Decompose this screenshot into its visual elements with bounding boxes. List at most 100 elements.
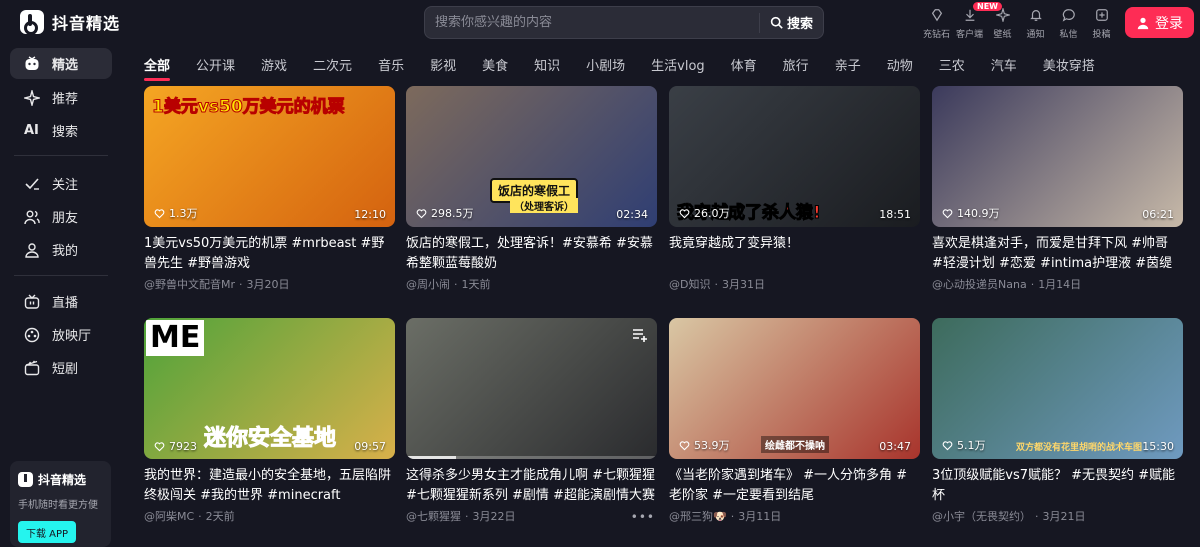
video-meta: @周小闹 · 1天前 (406, 276, 657, 292)
video-thumbnail[interactable]: 迷你安全基地 ME 7923 09:57 (144, 318, 395, 459)
author-name[interactable]: @邢三狗🐶 (669, 508, 727, 524)
like-count-value: 7923 (169, 440, 197, 453)
sidebar-item-theater[interactable]: 放映厅 (10, 319, 112, 350)
thumbnail-subcaption: （处理客诉） (510, 198, 578, 213)
video-thumbnail[interactable]: 140.9万 06:21 (932, 86, 1183, 227)
tab-category[interactable]: 动物 (887, 52, 913, 78)
video-card[interactable]: 我穿越成了杀人猿! 26.0万 18:51 我竟穿越成了变异猿！ @D知识 · 3月31日 (669, 86, 920, 292)
client-download-button[interactable]: NEW 客户端 (953, 2, 1002, 40)
author-name[interactable]: @野兽中文配音Mr (144, 276, 235, 292)
sidebar-item-friends[interactable]: 朋友 (10, 201, 112, 232)
video-title[interactable]: 《当老阶家遇到堵车》 #一人分饰多角 #老阶家 #一定要看到结尾 (669, 466, 920, 506)
film-reel-icon (24, 327, 40, 342)
sidebar-item-label: 推荐 (52, 92, 79, 107)
video-thumbnail[interactable] (406, 318, 657, 459)
video-thumbnail[interactable]: 我穿越成了杀人猿! 26.0万 18:51 (669, 86, 920, 227)
tab-category[interactable]: 知识 (534, 52, 560, 78)
sidebar-item-recommend[interactable]: 推荐 (10, 82, 112, 113)
sidebar-item-featured[interactable]: 精选 (10, 48, 112, 79)
thumbnail-caption: 双方都没有花里胡哨的战术车图 (1016, 443, 1143, 453)
video-duration: 18:51 (879, 208, 911, 221)
video-card[interactable]: 双方都没有花里胡哨的战术车图 5.1万 15:30 3位顶级赋能vs7赋能？ #无畏契… (932, 318, 1183, 524)
wallpaper-button[interactable]: 壁纸 (986, 6, 1019, 40)
tab-category[interactable]: 二次元 (313, 52, 352, 78)
download-app-button[interactable]: 下载 APP (18, 521, 76, 543)
author-name[interactable]: @小宇（无畏契约） (932, 508, 1031, 524)
video-thumbnail[interactable]: 双方都没有花里胡哨的战术车图 5.1万 15:30 (932, 318, 1183, 459)
tool-label: 私信 (1059, 30, 1078, 40)
video-title[interactable]: 3位顶级赋能vs7赋能？ #无畏契约 #赋能杯 (932, 466, 1183, 506)
video-thumbnail[interactable]: 饭店的寒假工 （处理客诉） 298.5万 02:34 (406, 86, 657, 227)
publish-date: 1月14日 (1038, 278, 1082, 291)
video-thumbnail[interactable]: 1美元vs50万美元的机票 1.3万 12:10 (144, 86, 395, 227)
video-card[interactable]: 1美元vs50万美元的机票 1.3万 12:10 1美元vs50万美元的机票 #mrb… (144, 86, 395, 292)
ai-icon: AI (24, 123, 39, 138)
notification-button[interactable]: 通知 (1019, 6, 1052, 40)
plus-square-icon (1095, 9, 1108, 21)
video-card[interactable]: 这得杀多少男女主才能成角儿啊 #七颗猩猩 #七颗猩猩新系列 #剧情 #超能演剧情… (406, 318, 657, 524)
tab-category[interactable]: 美妆穿搭 (1043, 52, 1095, 78)
sidebar-item-search[interactable]: AI 搜索 (10, 115, 112, 146)
heart-icon (679, 208, 690, 218)
video-title[interactable]: 我竟穿越成了变异猿！ (669, 234, 920, 274)
follow-icon (25, 177, 39, 190)
search-button[interactable]: 搜索 (758, 12, 823, 33)
video-card[interactable]: 迷你安全基地 ME 7923 09:57 我的世界：建造最小的安全基地，五层陷阱终极闯关… (144, 318, 395, 524)
video-card[interactable]: 140.9万 06:21 喜欢是棋逢对手，而爱是甘拜下风 #帅哥 #轻漫计划 #恋爱… (932, 86, 1183, 292)
video-title[interactable]: 饭店的寒假工，处理客诉！#安慕希 #安慕希整颗蓝莓酸奶 (406, 234, 657, 274)
like-count-value: 5.1万 (957, 439, 986, 452)
like-count-value: 1.3万 (169, 207, 198, 220)
tab-category[interactable]: 音乐 (378, 52, 404, 78)
message-button[interactable]: 私信 (1052, 6, 1085, 40)
author-name[interactable]: @周小闹 (406, 276, 450, 292)
like-count: 1.3万 (154, 205, 198, 221)
tab-category[interactable]: 三农 (939, 52, 965, 78)
tab-category[interactable]: 旅行 (783, 52, 809, 78)
video-meta: @阿柴MC · 2天前 (144, 508, 395, 524)
author-name[interactable]: @D知识 (669, 276, 710, 292)
recharge-button[interactable]: 充钻石 (920, 6, 953, 40)
home-icon (25, 55, 39, 70)
sidebar-item-mine[interactable]: 我的 (10, 234, 112, 265)
tab-category[interactable]: 小剧场 (586, 52, 625, 78)
sidebar: 精选 推荐 AI 搜索 关注 朋友 我的 直播 放映厅 短剧 抖音精选 手机随时… (0, 46, 124, 547)
more-options-icon[interactable]: ••• (631, 510, 655, 524)
playback-progress-bar[interactable] (406, 456, 657, 459)
tab-category[interactable]: 影视 (430, 52, 456, 78)
tool-label: 客户端 (955, 30, 983, 40)
author-name[interactable]: @七颗猩猩 (406, 508, 461, 524)
author-name[interactable]: @心动投递员Nana (932, 276, 1027, 292)
video-card[interactable]: 饭店的寒假工 （处理客诉） 298.5万 02:34 饭店的寒假工，处理客诉！#安慕希 … (406, 86, 657, 292)
tab-category[interactable]: 生活vlog (651, 52, 705, 78)
app-logo[interactable]: 抖音精选 (20, 10, 120, 34)
login-button[interactable]: 登录 (1125, 7, 1194, 38)
tab-category[interactable]: 游戏 (261, 52, 287, 78)
video-title[interactable]: 我的世界：建造最小的安全基地，五层陷阱终极闯关 #我的世界 #minecraft (144, 466, 395, 506)
video-title[interactable]: 这得杀多少男女主才能成角儿啊 #七颗猩猩 #七颗猩猩新系列 #剧情 #超能演剧情… (406, 466, 657, 506)
tab-category[interactable]: 汽车 (991, 52, 1017, 78)
add-to-queue-icon[interactable] (631, 326, 649, 344)
logo-text: 抖音精选 (52, 14, 121, 33)
thumbnail-caption: 迷你安全基地 (203, 426, 337, 452)
video-title[interactable]: 喜欢是棋逢对手，而爱是甘拜下风 #帅哥 #轻漫计划 #恋爱 #intima护理液… (932, 234, 1183, 274)
sparkle-icon (24, 89, 40, 106)
sidebar-item-live[interactable]: 直播 (10, 286, 112, 317)
tab-category[interactable]: 全部 (144, 52, 171, 81)
author-name[interactable]: @阿柴MC (144, 508, 194, 524)
tab-category[interactable]: 亲子 (835, 52, 861, 78)
sidebar-item-short-drama[interactable]: 短剧 (10, 352, 112, 383)
tab-category[interactable]: 美食 (482, 52, 508, 78)
like-count: 26.0万 (679, 205, 730, 221)
tab-category[interactable]: 公开课 (196, 52, 235, 78)
tab-category[interactable]: 体育 (731, 52, 757, 78)
video-duration: 03:47 (879, 440, 911, 453)
douyin-logo-icon (18, 472, 33, 487)
video-card[interactable]: 绘雌都不操呐 53.9万 03:47 《当老阶家遇到堵车》 #一人分饰多角 #老阶家 … (669, 318, 920, 524)
meta-separator: · (730, 509, 735, 523)
video-thumbnail[interactable]: 绘雌都不操呐 53.9万 03:47 (669, 318, 920, 459)
clapper-icon (24, 360, 40, 375)
upload-button[interactable]: 投稿 (1085, 6, 1118, 40)
video-title[interactable]: 1美元vs50万美元的机票 #mrbeast #野兽先生 #野兽游戏 (144, 234, 395, 274)
sidebar-item-following[interactable]: 关注 (10, 168, 112, 199)
search-input[interactable] (425, 15, 759, 30)
